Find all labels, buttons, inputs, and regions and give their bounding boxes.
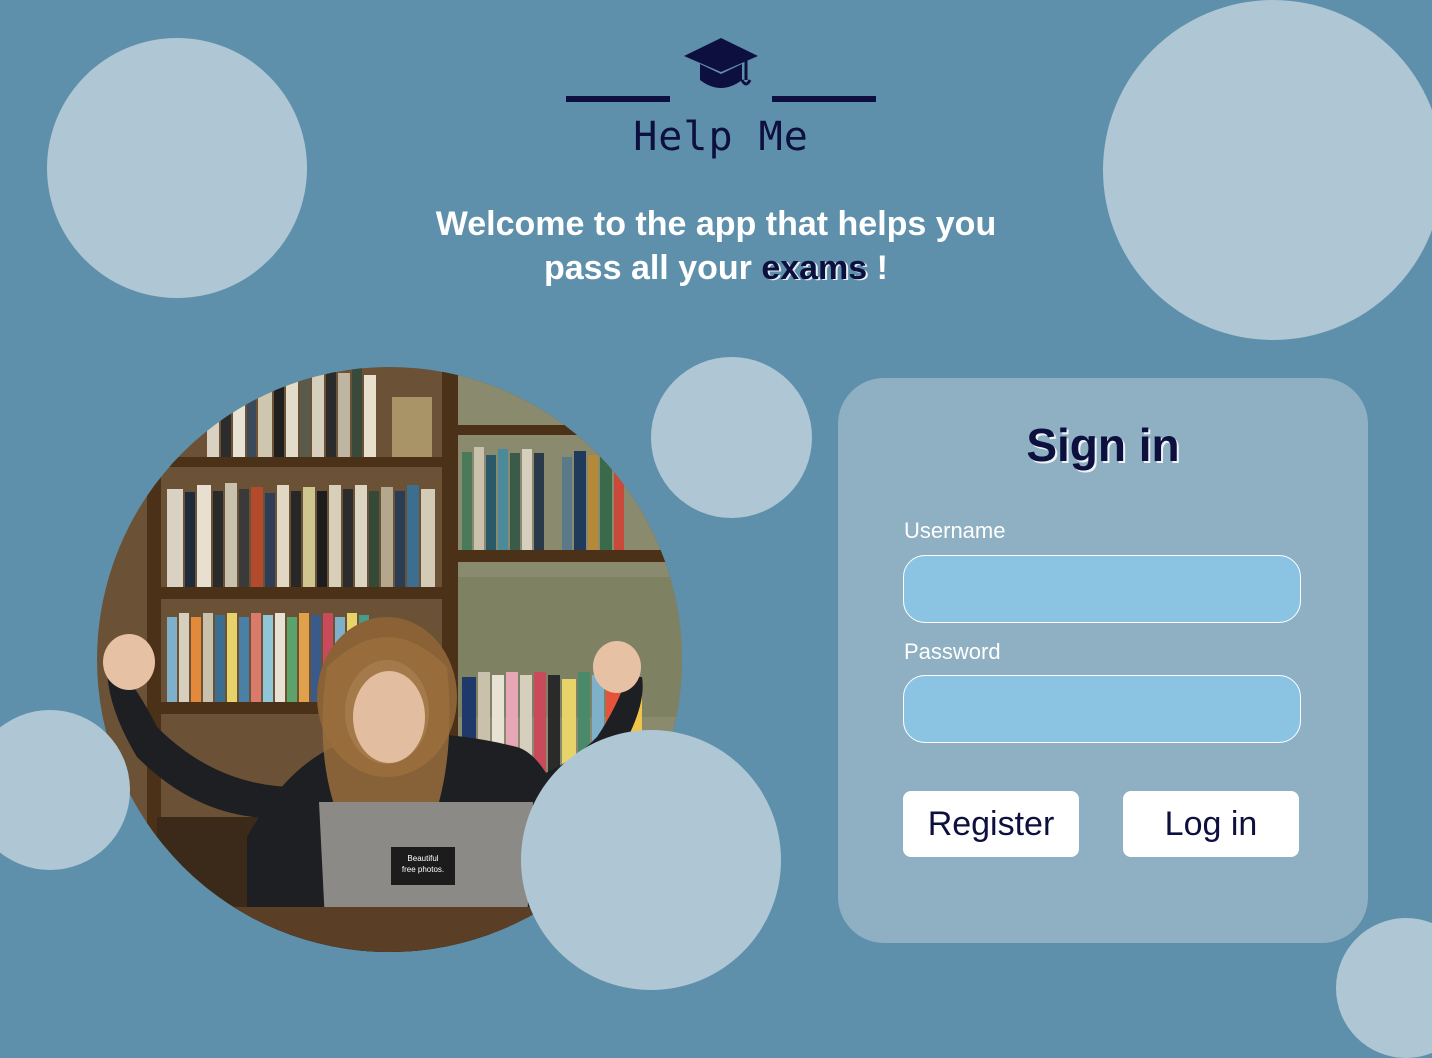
decorative-circle — [47, 38, 307, 298]
decorative-circle — [1336, 918, 1432, 1058]
logo-line-left — [566, 96, 670, 102]
sticker-text-1: Beautiful — [407, 854, 438, 863]
decorative-circle — [521, 730, 781, 990]
decorative-circle — [1103, 0, 1432, 340]
app-logo-text: Help Me — [633, 114, 809, 160]
welcome-line-2-suffix: ! — [867, 249, 888, 287]
decorative-circle — [651, 357, 812, 518]
welcome-highlight-word: exams — [761, 249, 868, 287]
signin-card: Sign in Username Password Register Log i… — [838, 378, 1368, 943]
welcome-line-2-prefix: pass all your — [544, 249, 762, 287]
username-label: Username — [904, 518, 1006, 543]
password-label: Password — [904, 639, 1001, 664]
register-button[interactable]: Register — [903, 791, 1079, 857]
welcome-heading: Welcome to the app that helps you pass a… — [356, 202, 1076, 290]
graduation-cap-icon — [684, 38, 758, 88]
password-input[interactable] — [903, 675, 1301, 743]
signin-title: Sign in — [1026, 419, 1180, 471]
sticker-text-2: free photos. — [402, 865, 444, 874]
welcome-line-2: pass all your exams ! — [356, 246, 1076, 290]
welcome-line-1: Welcome to the app that helps you — [435, 205, 997, 243]
logo-line-right — [772, 96, 876, 102]
username-input[interactable] — [903, 555, 1301, 623]
login-button[interactable]: Log in — [1123, 791, 1299, 857]
